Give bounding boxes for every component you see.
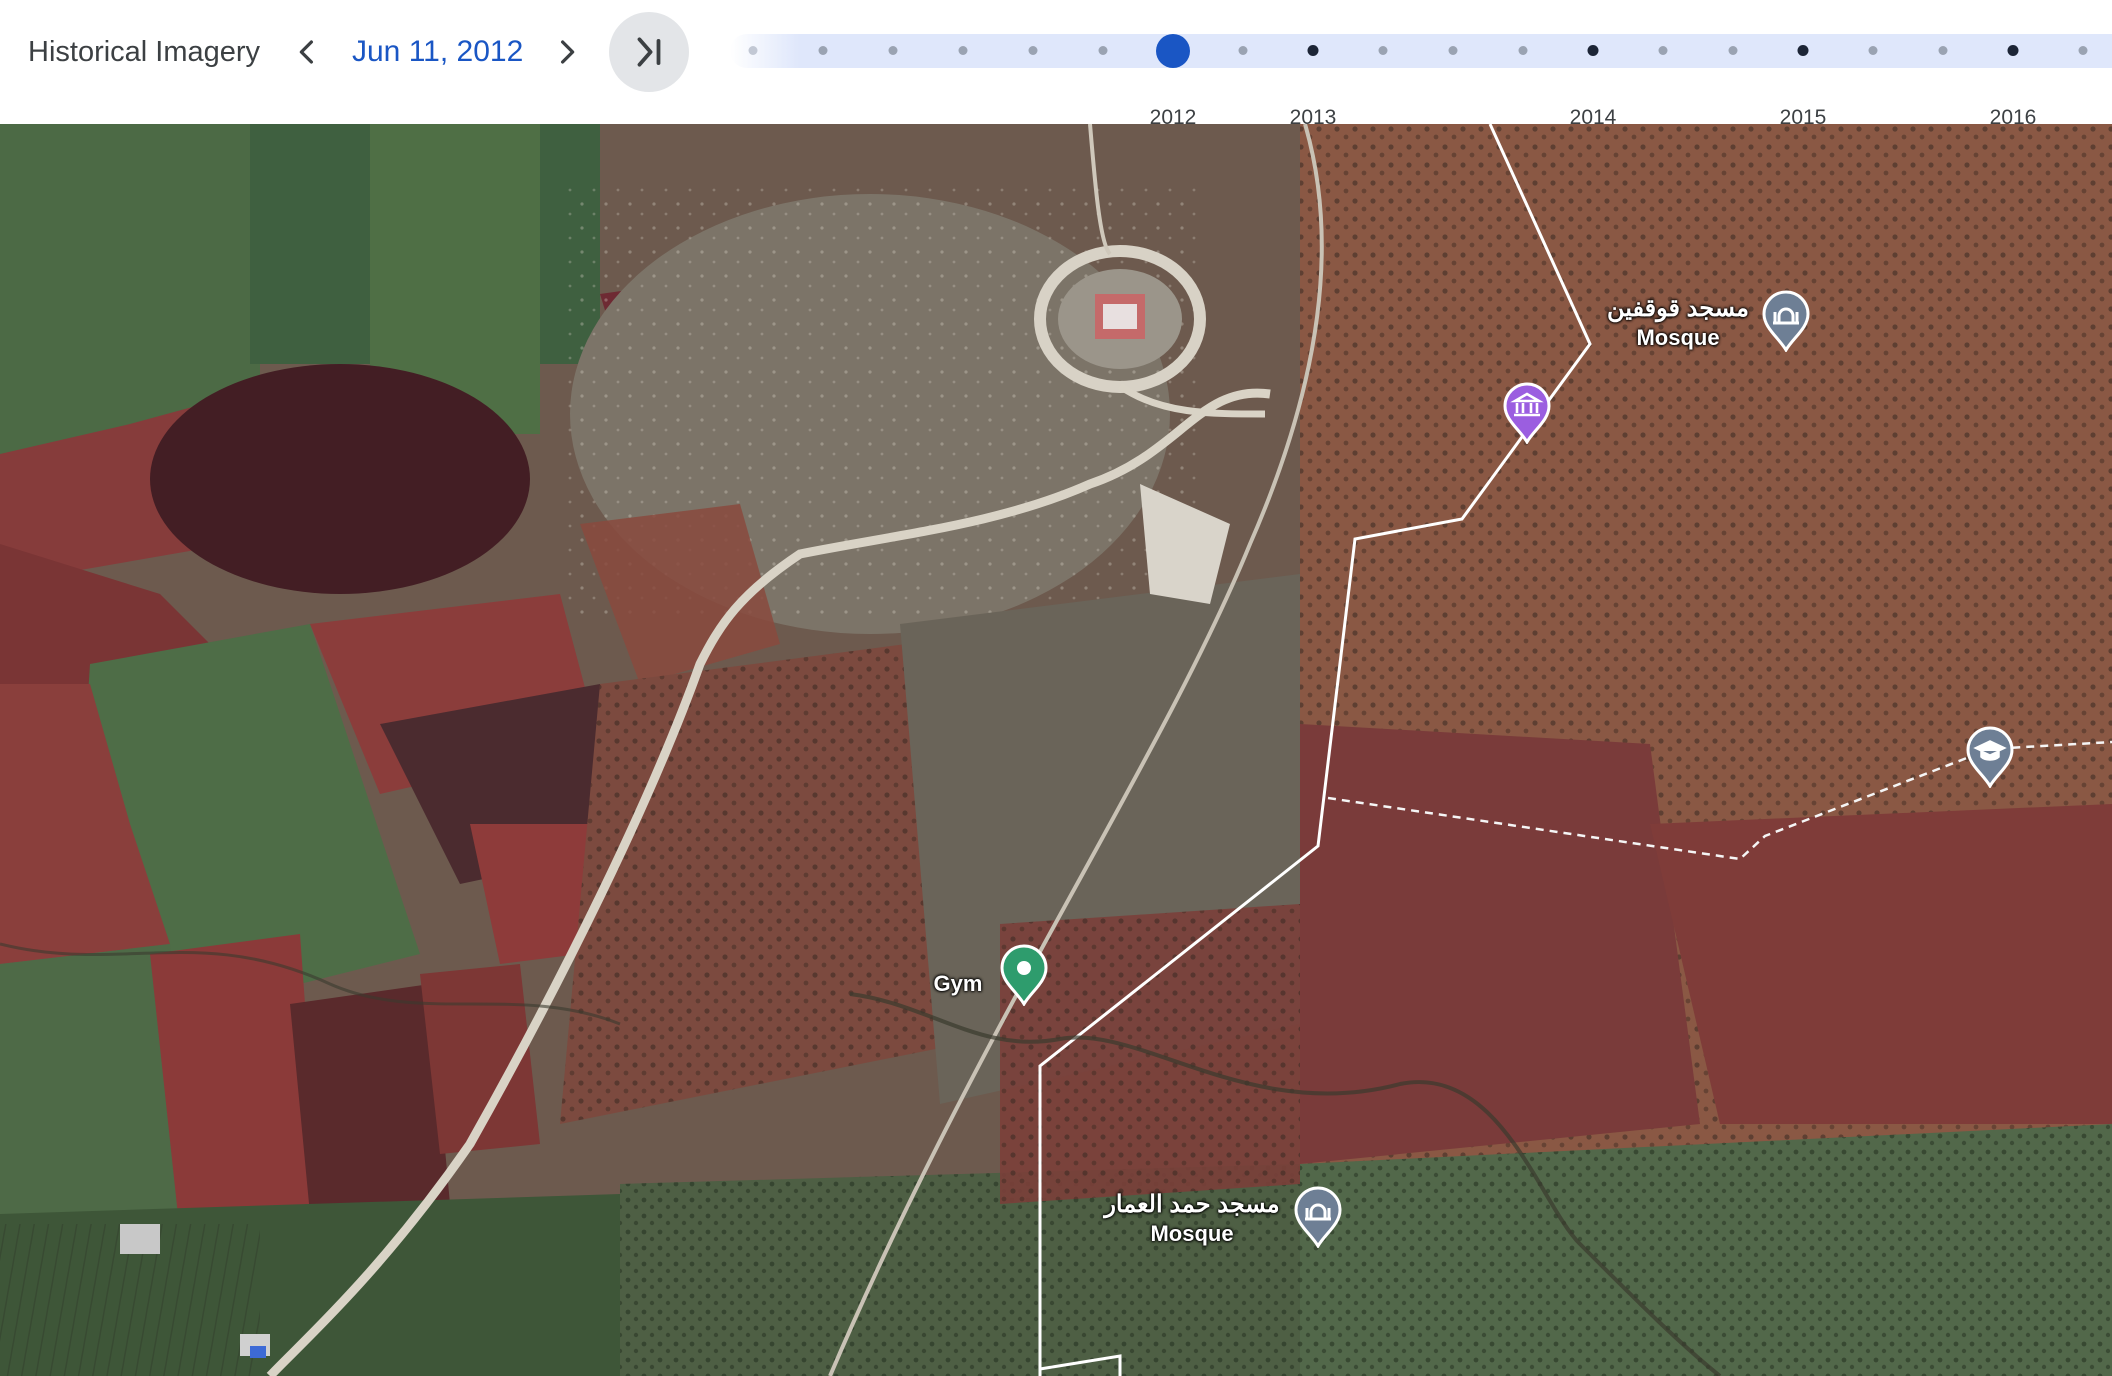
timeline-tick[interactable] (958, 46, 968, 55)
year-label-2013: 2013 (1289, 106, 1337, 129)
mosque-north-category: Mosque (1636, 325, 1720, 350)
timeline-tick[interactable] (1797, 45, 1809, 56)
place-pin-icon (1000, 944, 1048, 1007)
timeline-tick[interactable] (1938, 46, 1948, 55)
year-label-2014: 2014 (1569, 106, 1617, 129)
year-label-2012: 2012 (1149, 106, 1197, 129)
mosque-south-name: مسجد حمد العمار (1104, 1191, 1280, 1218)
timeline-tick[interactable] (1658, 46, 1668, 55)
timeline-tick[interactable] (1238, 46, 1248, 55)
timeline-tick[interactable] (2007, 45, 2019, 56)
imagery-timeline[interactable]: 2012 2013 2014 2015 2016 (730, 34, 2112, 129)
mosque-north-pin[interactable] (1761, 290, 1811, 353)
timeline-tick[interactable] (1868, 46, 1878, 55)
next-date-button[interactable] (535, 24, 599, 80)
mosque-south-pin[interactable] (1293, 1186, 1343, 1249)
timeline-tick[interactable] (1448, 46, 1458, 55)
year-label-2015: 2015 (1779, 106, 1827, 129)
mosque-south-label[interactable]: مسجد حمد العمار Mosque (1104, 1190, 1279, 1248)
skip-to-latest-button[interactable] (609, 12, 689, 92)
mosque-south-category: Mosque (1150, 1221, 1234, 1246)
skip-to-latest-icon (637, 37, 661, 67)
timeline-track[interactable] (730, 34, 2112, 68)
timeline-current-marker[interactable] (1156, 34, 1190, 68)
timeline-tick[interactable] (1378, 46, 1388, 55)
current-date[interactable]: Jun 11, 2012 (352, 34, 523, 70)
timeline-tick[interactable] (1098, 46, 1108, 55)
gym-label[interactable]: Gym (934, 970, 983, 998)
gym-name: Gym (933, 971, 983, 996)
previous-date-button[interactable] (275, 24, 339, 80)
historical-imagery-title: Historical Imagery (28, 36, 261, 68)
mosque-pin-icon (1294, 1186, 1342, 1249)
timeline-tick[interactable] (748, 46, 758, 55)
gym-pin[interactable] (999, 944, 1049, 1007)
chevron-right-icon (561, 40, 575, 64)
year-label-2016: 2016 (1989, 106, 2037, 129)
timeline-tick[interactable] (1518, 46, 1528, 55)
timeline-tick[interactable] (2078, 46, 2088, 55)
museum-pin[interactable] (1502, 382, 1552, 445)
mosque-north-label[interactable]: مسجد قوقفين Mosque (1607, 294, 1749, 352)
museum-pin-icon (1503, 382, 1551, 445)
timeline-tick[interactable] (1587, 45, 1599, 56)
school-pin[interactable] (1965, 726, 2015, 789)
timeline-tick[interactable] (1307, 45, 1319, 56)
historical-imagery-bar: Historical Imagery Jun 11, 2012 2012 201… (0, 0, 2112, 129)
satellite-map[interactable]: مسجد قوقفين Mosque Gym مسجد حمد العمار M… (0, 124, 2112, 1376)
school-pin-icon (1966, 726, 2014, 789)
timeline-tick[interactable] (1028, 46, 1038, 55)
mosque-pin-icon (1762, 290, 1810, 353)
chevron-left-icon (299, 40, 313, 64)
mosque-north-name: مسجد قوقفين (1606, 295, 1750, 322)
timeline-tick[interactable] (818, 46, 828, 55)
timeline-tick[interactable] (1728, 46, 1738, 55)
timeline-tick[interactable] (888, 46, 898, 55)
